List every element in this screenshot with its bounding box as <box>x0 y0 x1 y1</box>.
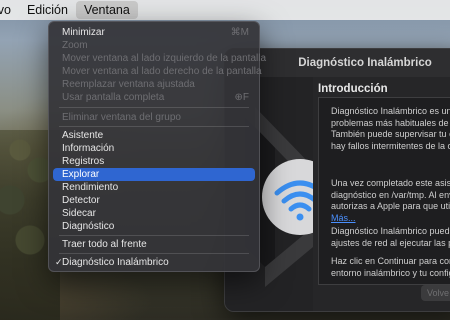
shortcut-label: ⌘M <box>230 27 249 38</box>
menu-item-move-left[interactable]: Mover ventana al lado izquierdo de la pa… <box>53 52 266 65</box>
text-line: Una vez completado este asistent <box>331 178 450 188</box>
menu-item-detector[interactable]: Detector <box>53 194 255 207</box>
text-line: También puede supervisar tu conc <box>331 129 450 139</box>
menu-item-registros[interactable]: Registros <box>53 155 255 168</box>
paragraph-1: Diagnóstico Inalámbrico es una ap proble… <box>319 106 450 152</box>
menu-item-sidecar[interactable]: Sidecar <box>53 207 255 220</box>
menu-item-move-right[interactable]: Mover ventana al lado derecho de la pant… <box>53 65 262 78</box>
menu-item-bring-all-front[interactable]: Traer todo al frente <box>53 238 255 251</box>
text-line: entorno inalámbrico y tu configura <box>331 267 450 278</box>
paragraph-4: Haz clic en Continuar para comen entorno… <box>319 256 450 279</box>
intro-heading: Introducción <box>318 83 388 95</box>
menu-item-replace-tiled[interactable]: Reemplazar ventana ajustada <box>53 78 255 91</box>
menu-item-fullscreen[interactable]: Usar pantalla completa ⊕F <box>53 91 255 104</box>
paragraph-2: Una vez completado este asistent diagnós… <box>319 178 450 224</box>
text-line: diagnóstico en /var/tmp. Al enviar <box>331 189 450 200</box>
menu-item-label: Diagnóstico Inalámbrico <box>62 257 169 268</box>
menu-item-explorar[interactable]: Explorar <box>53 168 255 181</box>
intro-text-box: Diagnóstico Inalámbrico es una ap proble… <box>318 97 450 285</box>
menu-separator <box>59 235 249 236</box>
menu-item-minimizar[interactable]: Minimizar ⌘M <box>53 26 255 39</box>
menu-archivo[interactable]: nivo <box>0 1 19 19</box>
menu-bar: nivo Edición Ventana <box>0 0 450 20</box>
menu-item-label: Usar pantalla completa <box>62 92 165 103</box>
shortcut-label: ⊕F <box>234 92 250 103</box>
menu-edicion[interactable]: Edición <box>19 1 76 19</box>
menu-item-zoom[interactable]: Zoom <box>53 39 255 52</box>
text-line: autorizas a Apple para que utilice <box>331 201 450 211</box>
menu-ventana[interactable]: Ventana <box>75 1 138 19</box>
menu-item-diagnostico[interactable]: Diagnóstico <box>53 220 255 233</box>
menu-separator <box>59 126 249 127</box>
text-line: ajustes de red al ejecutar las prue <box>331 237 450 248</box>
text-line: hay fallos intermitentes de la cone <box>331 140 450 151</box>
paragraph-3: Diagnóstico Inalámbrico puede ca ajustes… <box>319 226 450 249</box>
menu-item-rendimiento[interactable]: Rendimiento <box>53 181 255 194</box>
text-line: Haz clic en Continuar para comen <box>331 256 450 266</box>
intro-pane: Introducción Diagnóstico Inalámbrico es … <box>313 77 450 311</box>
menu-item-wireless-diagnostics-window[interactable]: ✓ Diagnóstico Inalámbrico <box>53 256 255 269</box>
text-line: problemas más habituales de las c <box>331 117 450 128</box>
menu-separator <box>59 253 249 254</box>
back-button[interactable]: Volve <box>421 285 450 301</box>
checkmark-icon: ✓ <box>55 257 63 267</box>
menu-item-informacion[interactable]: Información <box>53 142 255 155</box>
menu-item-asistente[interactable]: Asistente <box>53 129 255 142</box>
more-link[interactable]: Más... <box>331 213 356 223</box>
text-line: Diagnóstico Inalámbrico puede ca <box>331 226 450 236</box>
window-menu-dropdown: Minimizar ⌘M Zoom Mover ventana al lado … <box>48 21 266 272</box>
menu-item-label: Minimizar <box>62 27 105 38</box>
text-line: Diagnóstico Inalámbrico es una ap <box>331 106 450 116</box>
menu-separator <box>59 107 249 108</box>
menu-item-remove-from-group[interactable]: Eliminar ventana del grupo <box>53 111 255 124</box>
